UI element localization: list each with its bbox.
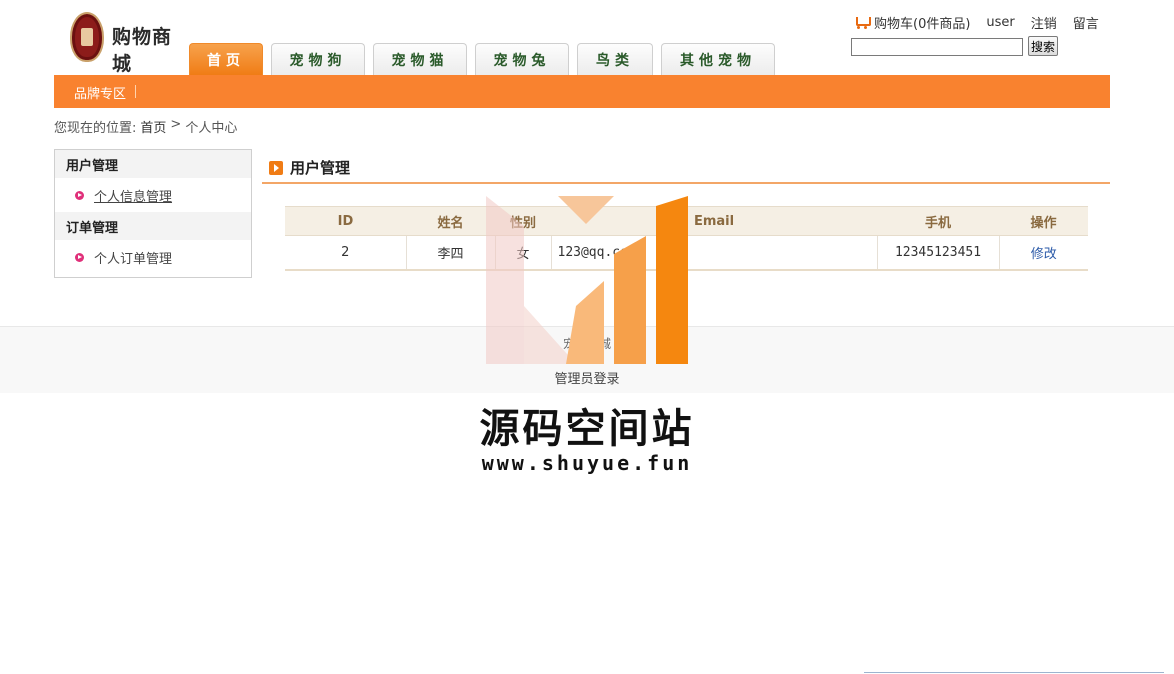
main-nav-tabs: 首页 宠物狗 宠物猫 宠物兔 鸟类 其他宠物 <box>189 43 783 75</box>
cart-link[interactable]: 购物车(0件商品) <box>854 13 970 32</box>
tab-rabbits[interactable]: 宠物兔 <box>475 43 569 75</box>
logout-link[interactable]: 注销 <box>1031 13 1057 32</box>
sidebar-item-profile[interactable]: 个人信息管理 <box>55 178 251 212</box>
tab-dogs[interactable]: 宠物狗 <box>271 43 365 75</box>
site-logo[interactable]: 购物商城 <box>66 10 190 75</box>
cart-label: 购物车(0件商品) <box>874 16 971 32</box>
bar-logo-icon <box>486 196 688 364</box>
bullet-arrow-icon <box>75 190 84 200</box>
column-header-phone: 手机 <box>877 206 999 236</box>
column-header-name: 姓名 <box>406 206 495 236</box>
tab-other-pets[interactable]: 其他宠物 <box>661 43 775 75</box>
username-link[interactable]: user <box>986 15 1014 30</box>
column-header-action: 操作 <box>999 206 1088 236</box>
cell-name: 李四 <box>405 235 495 271</box>
sidebar-item-label: 个人信息管理 <box>94 189 173 205</box>
sidebar-item-orders[interactable]: 个人订单管理 <box>55 240 251 274</box>
cell-id: 2 <box>285 235 406 271</box>
bottom-divider <box>864 672 1164 673</box>
section-arrow-icon <box>269 160 283 175</box>
search-input[interactable] <box>851 38 1023 56</box>
sidebar: 用户管理 个人信息管理 订单管理 个人订单管理 <box>54 149 252 278</box>
tab-cats[interactable]: 宠物猫 <box>373 43 467 75</box>
sidebar-section-order-management: 订单管理 <box>55 212 251 240</box>
brand-zone-link[interactable]: 品牌专区 <box>74 83 126 102</box>
panel-header: 用户管理 <box>262 153 1110 184</box>
nav-bar: 品牌专区 <box>54 75 1110 108</box>
tab-home[interactable]: 首页 <box>189 43 263 75</box>
watermark-url: www.shuyue.fun <box>481 451 693 475</box>
cell-phone: 12345123451 <box>876 235 999 271</box>
breadcrumb: 您现在的位置: 首页 > 个人中心 <box>54 117 237 136</box>
message-link[interactable]: 留言 <box>1073 13 1099 32</box>
sidebar-item-label: 个人订单管理 <box>94 251 173 267</box>
watermark-title: 源码空间站 <box>479 406 695 452</box>
column-header-id: ID <box>285 206 406 236</box>
cell-action: 修改 <box>998 235 1088 271</box>
logo-seal-icon <box>70 12 104 62</box>
edit-link[interactable]: 修改 <box>1031 247 1057 262</box>
page-title: 用户管理 <box>290 159 351 177</box>
bullet-arrow-icon <box>75 252 84 262</box>
search-button[interactable]: 搜索 <box>1028 36 1058 56</box>
admin-login-link[interactable]: 管理员登录 <box>0 368 1174 387</box>
breadcrumb-prefix: 您现在的位置: <box>54 121 137 136</box>
shopping-cart-icon <box>854 15 871 29</box>
breadcrumb-home-link[interactable]: 首页 <box>140 117 166 136</box>
nav-separator <box>135 85 136 98</box>
sidebar-section-user-management: 用户管理 <box>55 150 251 178</box>
tab-birds[interactable]: 鸟类 <box>577 43 653 75</box>
logo-text: 购物商城 <box>112 26 173 75</box>
breadcrumb-separator: > <box>170 117 182 132</box>
breadcrumb-current: 个人中心 <box>185 121 238 136</box>
top-links: 购物车(0件商品) user 注销 留言 <box>854 13 1099 32</box>
